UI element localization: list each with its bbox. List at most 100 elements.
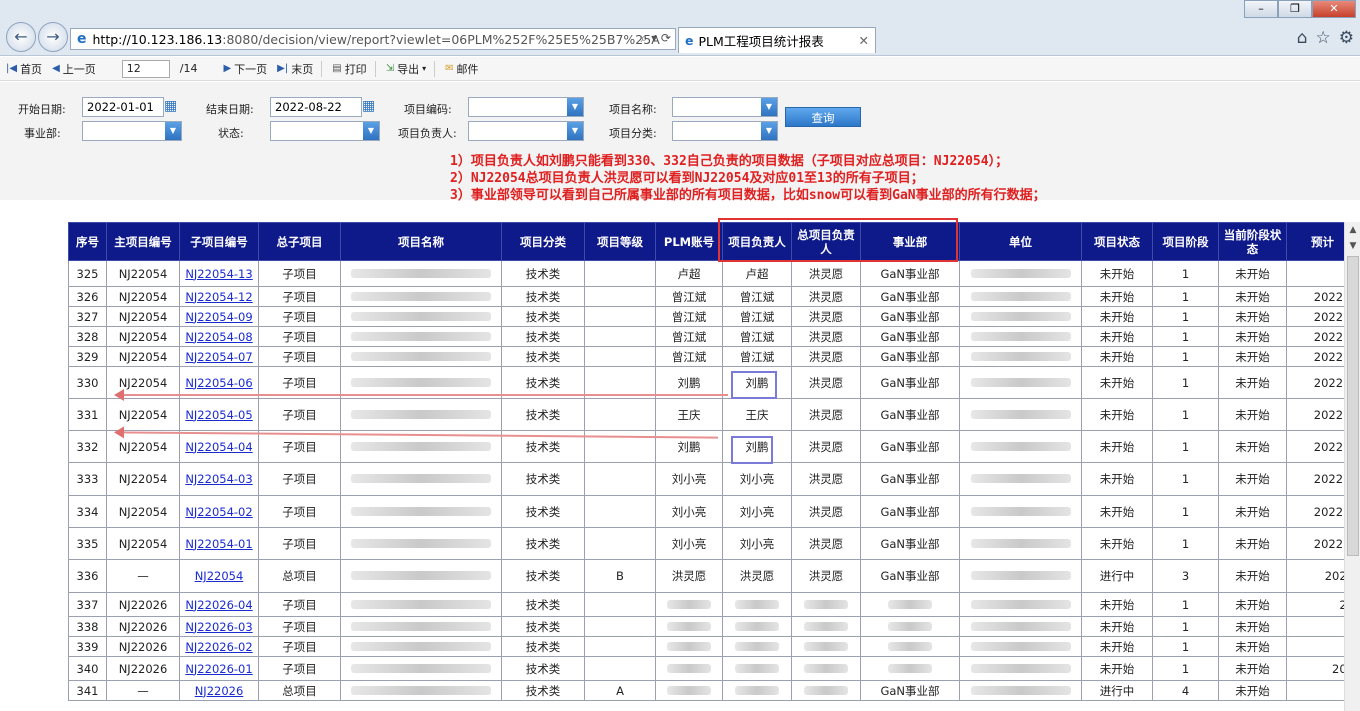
status-select[interactable]: ▼ [270,121,380,141]
chevron-down-icon[interactable]: ▼ [567,122,583,140]
project-name-cell [340,286,502,307]
table-row[interactable]: 334 NJ22054 NJ22054-02 子项目 技术类 刘小亮 刘小亮 洪灵愿 GaN事业… [68,495,1344,528]
chevron-up-icon[interactable]: ▲ [1345,222,1360,238]
table-cell: 1 [1152,656,1219,681]
table-row[interactable]: 337NJ22026NJ22026-04子项目技术类未开始1未开始20 [68,592,1344,617]
table-cell: NJ22026 [106,592,180,617]
table-cell: 未开始 [1218,495,1287,528]
end-date-input[interactable]: 2022-08-22 [270,97,362,117]
address-bar[interactable]: e http://10.123.186.13:8080/decision/vie… [70,28,676,50]
table-row[interactable]: 333 NJ22054 NJ22054-03 子项目 技术类 刘小亮 刘小亮 洪灵愿 GaN事业… [68,462,1344,496]
table-row[interactable]: 332 NJ22054 NJ22054-04 子项目 技术类 刘鹏 刘鹏 洪灵愿 GaN事业部未… [68,430,1344,463]
table-cell [722,680,792,701]
department-select[interactable]: ▼ [82,121,182,141]
sub-project-link[interactable]: NJ22054-09 [179,306,259,327]
browser-tab[interactable]: e PLM工程项目统计报表 ✕ [678,27,876,53]
redacted-text [667,663,711,673]
table-row[interactable]: 325 NJ22054 NJ22054-13 子项目 技术类 卢超 卢超 洪灵愿 GaN事业部未… [68,260,1344,287]
table-cell: 未开始 [1081,286,1153,307]
table-cell: 330 [68,366,107,399]
table-row[interactable]: 340NJ22026NJ22026-01子项目技术类未开始1未开始202 [68,656,1344,681]
scrollbar-thumb[interactable] [1347,256,1359,556]
first-page-button[interactable]: |◀ 首页 [6,61,42,77]
sub-project-link[interactable]: NJ22026-03 [179,616,259,637]
table-row[interactable]: 339 NJ22026 NJ22026-02 子项目 技术类 未开始 1 未开始 [68,636,1344,657]
close-icon[interactable]: ✕ [1312,0,1356,18]
sub-project-link[interactable]: NJ22054-03 [179,462,259,496]
calendar-icon[interactable]: ▦ [164,97,182,117]
mail-button[interactable]: ✉ 邮件 [445,61,478,77]
project-category-select[interactable]: ▼ [672,121,778,141]
sub-project-link[interactable]: NJ22054-12 [179,286,259,307]
sub-project-link[interactable]: NJ22054-02 [179,495,259,528]
sub-project-link[interactable]: NJ22026-01 [179,656,259,681]
sub-project-link[interactable]: NJ22054-07 [179,346,259,367]
window-controls: – ❐ ✕ [1244,0,1356,18]
gear-icon[interactable]: ⚙ [1339,28,1354,48]
export-button[interactable]: ⇲ 导出 ▾ [386,61,426,77]
table-row[interactable]: 338 NJ22026 NJ22026-03 子项目 技术类 未开始 1 未开始 [68,616,1344,637]
query-button[interactable]: 查询 [785,107,861,127]
table-cell: NJ22054 [106,306,180,327]
maximize-icon[interactable]: ❐ [1278,0,1312,18]
table-row[interactable]: 327 NJ22054 NJ22054-09 子项目 技术类 曾江斌 曾江斌 洪灵愿 GaN事业… [68,306,1344,327]
page-number-input[interactable]: 12 [121,59,170,78]
sub-project-link[interactable]: NJ22054-01 [179,527,259,560]
start-date-input[interactable]: 2022-01-01 [82,97,164,117]
sub-project-link[interactable]: NJ22054-08 [179,326,259,347]
chevron-down-icon[interactable]: ▼ [165,122,181,140]
table-cell: 技术类 [501,616,585,637]
table-row[interactable]: 329 NJ22054 NJ22054-07 子项目 技术类 曾江斌 曾江斌 洪灵愿 GaN事业… [68,346,1344,367]
tab-ie-icon: e [685,33,694,48]
calendar-icon[interactable]: ▦ [362,97,380,117]
table-row[interactable]: 341— NJ22026 总项目 技术类 A GaN事业部 进行中 4 未开始 [68,680,1344,701]
table-row[interactable]: 326 NJ22054 NJ22054-12 子项目 技术类 曾江斌 曾江斌 洪灵愿 GaN事业… [68,286,1344,307]
sub-project-link[interactable]: NJ22054-13 [179,260,259,287]
chevron-down-icon[interactable]: ▼ [567,98,583,116]
chevron-down-icon[interactable]: ▼ [761,122,777,140]
redacted-text [351,331,491,341]
redacted-text [970,621,1071,631]
forward-icon[interactable]: → [38,22,68,52]
redacted-text [351,571,491,580]
chevron-down-icon[interactable]: ▼ [363,122,379,140]
sub-project-link[interactable]: NJ22026-02 [179,636,259,657]
last-page-button[interactable]: ▶| 末页 [277,61,313,77]
sub-project-link[interactable]: NJ22054 [179,559,259,593]
project-code-select[interactable]: ▼ [468,97,584,117]
unit-cell [959,495,1082,528]
home-icon[interactable]: ⌂ [1297,28,1308,48]
chevron-down-icon[interactable]: ▼ [1345,238,1360,254]
mail-icon: ✉ [445,63,454,74]
next-page-button[interactable]: ▶ 下一页 [223,61,267,77]
table-cell: 1 [1152,366,1219,399]
chevron-down-icon[interactable]: ▼ [761,98,777,116]
back-icon[interactable]: ← [6,22,36,52]
project-name-select[interactable]: ▼ [672,97,778,117]
sub-project-link[interactable]: NJ22026-04 [179,592,259,617]
minimize-icon[interactable]: – [1244,0,1278,18]
sub-project-link[interactable]: NJ22026 [179,680,259,701]
table-row[interactable]: 335 NJ22054 NJ22054-01 子项目 技术类 刘小亮 刘小亮 洪灵愿 GaN事业… [68,527,1344,560]
redacted-text [735,663,779,673]
project-owner-select[interactable]: ▼ [468,121,584,141]
table-row[interactable]: 328 NJ22054 NJ22054-08 子项目 技术类 曾江斌 曾江斌 洪灵愿 GaN事业… [68,326,1344,347]
vertical-scrollbar[interactable]: ▲ ▼ [1344,222,1360,711]
table-cell: 技术类 [501,260,585,287]
table-row[interactable]: 336— NJ22054 总项目 技术类 B 洪灵愿 洪灵愿 洪灵愿 GaN事业部 进行中 3 未开始… [68,559,1344,593]
redacted-text [970,268,1071,278]
print-button[interactable]: ▤ 打印 [332,61,366,77]
table-row[interactable]: 331 NJ22054 NJ22054-05 子项目 技术类 王庆 王庆 洪灵愿 GaN事业部未… [68,398,1344,431]
table-cell: 202 [1286,656,1344,681]
prev-page-button[interactable]: ◀ 上一页 [52,61,96,77]
redacted-text [970,291,1071,301]
redacted-text [667,599,711,609]
table-cell: 未开始 [1218,366,1287,399]
star-icon[interactable]: ☆ [1316,28,1331,48]
sub-project-link[interactable]: NJ22054-05 [179,398,259,431]
tab-close-icon[interactable]: ✕ [859,33,869,48]
report-table: 序号 主项目编号 子项目编号 总子项目 项目名称 项目分类 项目等级 PLM账号 项目负责人 总项… [68,222,1344,701]
sub-project-link[interactable]: NJ22054-04 [179,430,259,463]
table-cell: NJ22054 [106,462,180,496]
refresh-icon[interactable]: ⌕ ▾ ⟳ [641,31,671,46]
